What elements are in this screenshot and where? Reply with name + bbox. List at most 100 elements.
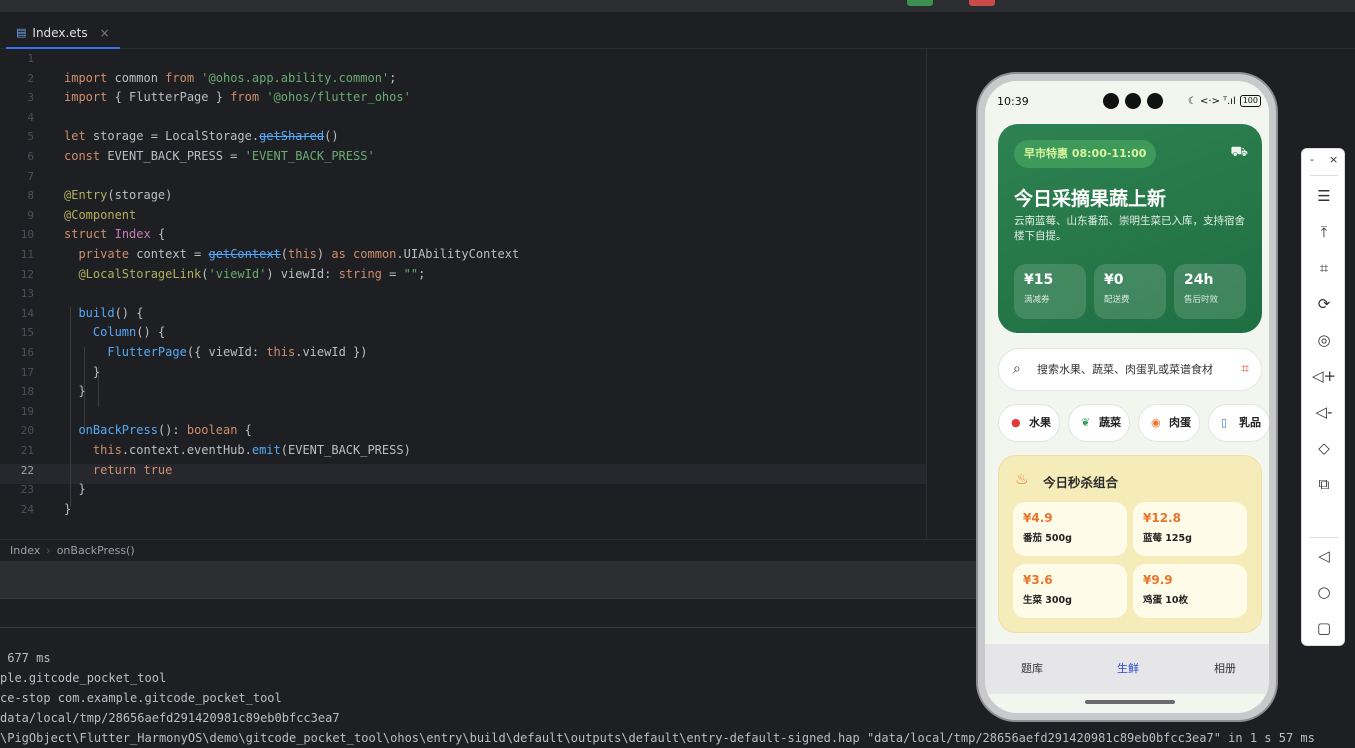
- line-number: 9: [27, 208, 34, 222]
- back-icon[interactable]: ◁: [1302, 547, 1346, 565]
- code-text: import common from '@ohos.app.ability.co…: [64, 49, 519, 516]
- line-number: 2: [27, 71, 34, 85]
- nav-item-fresh[interactable]: 生鲜: [1098, 644, 1158, 694]
- nav-item-album[interactable]: 相册: [1195, 644, 1255, 694]
- editor-tab-bar: ▤ Index.ets ×: [0, 12, 1355, 49]
- chip-label: 水果: [1029, 416, 1051, 429]
- deal-card[interactable]: ¥3.6 生菜 300g: [1013, 564, 1127, 618]
- status-time: 10:39: [997, 95, 1029, 108]
- status-icons: ☾ <·> ᵀ.ıl 100: [1188, 95, 1261, 107]
- console-line: ce-stop com.example.gitcode_pocket_tool: [0, 691, 282, 705]
- deal-name: 生菜 300g: [1023, 595, 1072, 606]
- code-editor[interactable]: 1 2 3 4 5 6 7 8 9 10 11 12 13 14 15 16 17 18 19 20 21 22 23 24 …: [0, 49, 978, 539]
- bottom-navigation: 题库 生鲜 相册: [985, 644, 1269, 694]
- stat-label: 满减券: [1024, 295, 1050, 305]
- chip-label: 肉蛋: [1169, 416, 1191, 429]
- code-line-22: return true: [92, 462, 173, 477]
- breadcrumb-item-method[interactable]: onBackPress(): [57, 544, 135, 557]
- deal-card[interactable]: ¥9.9 鸡蛋 10枚: [1133, 564, 1247, 618]
- deal-card[interactable]: ¥12.8 蓝莓 125g: [1133, 502, 1247, 556]
- line-number: 6: [27, 150, 34, 163]
- breadcrumb: Index › onBackPress(): [0, 539, 978, 561]
- line-number: 24: [20, 502, 34, 516]
- stat-delivery-fee[interactable]: ¥0 配送费: [1094, 264, 1166, 319]
- emulator-toolbar: - × ☰ ⤒ ⌗ ⟳ ◎ ◁+ ◁- ◇ ⧉ ◁ ○ ▢: [1301, 148, 1345, 646]
- console-line: 677 ms: [0, 651, 51, 665]
- deal-name: 蓝莓 125g: [1143, 533, 1192, 544]
- code-line-12: @LocalStorageLink('viewId') viewId: stri…: [78, 266, 426, 281]
- location-icon[interactable]: ◎: [1302, 331, 1346, 349]
- device-screen[interactable]: 10:39 ☾ <·> ᵀ.ıl 100 早市特惠 08:00-11:00 ⛟ …: [985, 81, 1269, 713]
- line-number: 4: [27, 110, 34, 124]
- deal-price: ¥4.9: [1023, 511, 1053, 525]
- line-number: 23: [20, 483, 34, 497]
- console-line: ple.gitcode_pocket_tool: [0, 671, 167, 685]
- home-icon[interactable]: ○: [1302, 583, 1346, 601]
- code-line-23: }: [64, 482, 86, 497]
- code-line-16: FlutterPage({ viewId: this.viewId }): [107, 345, 368, 359]
- deal-price: ¥12.8: [1143, 511, 1181, 525]
- line-number: 20: [20, 424, 34, 438]
- tab-index-ets[interactable]: ▤ Index.ets ×: [6, 18, 120, 49]
- tool-window-header: [0, 561, 978, 598]
- close-icon[interactable]: ×: [100, 26, 110, 40]
- shake-icon[interactable]: ◇: [1302, 439, 1346, 457]
- chip-fruit[interactable]: ● 水果: [998, 404, 1060, 442]
- promo-banner[interactable]: 早市特惠 08:00-11:00 ⛟ 今日采摘果蔬上新 云南蓝莓、山东番茄、崇明…: [998, 124, 1262, 333]
- menu-icon[interactable]: ☰: [1302, 187, 1346, 205]
- fire-icon: ♨: [1015, 470, 1029, 488]
- minimize-icon[interactable]: -: [1310, 153, 1314, 166]
- crop-icon[interactable]: ⌗: [1302, 259, 1346, 277]
- volume-up-icon[interactable]: ◁+: [1302, 367, 1346, 385]
- fold-icon[interactable]: ⧉: [1302, 475, 1346, 493]
- breadcrumb-item-index[interactable]: Index: [10, 544, 40, 557]
- tab-label: Index.ets: [32, 25, 88, 40]
- scan-icon[interactable]: ⌗: [1241, 349, 1249, 390]
- volume-down-icon[interactable]: ◁-: [1302, 403, 1346, 421]
- stat-coupon[interactable]: ¥15 满减券: [1014, 264, 1086, 319]
- deal-card[interactable]: ¥4.9 番茄 500g: [1013, 502, 1127, 556]
- code-line-10: struct Index {: [64, 227, 166, 242]
- tool-window-toolbar: [0, 598, 978, 628]
- line-number: 1: [27, 52, 34, 65]
- delivery-truck-icon[interactable]: ⛟: [1230, 144, 1248, 162]
- code-line-9: @Component: [64, 207, 137, 222]
- promo-badge: 早市特惠 08:00-11:00: [1014, 140, 1157, 168]
- recents-icon[interactable]: ▢: [1302, 619, 1346, 637]
- close-icon[interactable]: ×: [1329, 153, 1338, 166]
- chip-vegetable[interactable]: ❦ 蔬菜: [1068, 404, 1130, 442]
- line-number: 17: [20, 365, 34, 379]
- code-line-18: }: [64, 384, 86, 399]
- line-number: 8: [27, 189, 34, 203]
- file-icon: ▤: [16, 26, 27, 39]
- deal-price: ¥9.9: [1143, 573, 1173, 587]
- search-input[interactable]: ⌕ 搜索水果、蔬菜、肉蛋乳或菜谱食材 ⌗: [998, 348, 1262, 391]
- screenshot-pin-icon[interactable]: ⤒: [1302, 223, 1346, 241]
- code-line-21: this.context.eventHub.emit(EVENT_BACK_PR…: [92, 443, 411, 457]
- line-number: 18: [20, 385, 34, 399]
- code-line-20: onBackPress(): boolean {: [78, 423, 252, 438]
- line-number: 7: [27, 169, 34, 183]
- divider: [1310, 175, 1338, 176]
- device-emulator: 10:39 ☾ <·> ᵀ.ıl 100 早市特惠 08:00-11:00 ⛟ …: [976, 72, 1278, 722]
- stat-value: 24h: [1184, 272, 1214, 288]
- title-bar-strip: [0, 0, 1355, 12]
- chip-dairy[interactable]: ▯ 乳品: [1208, 404, 1269, 442]
- deal-price: ¥3.6: [1023, 573, 1053, 587]
- stat-label: 配送费: [1104, 295, 1130, 305]
- line-number: 11: [20, 248, 34, 261]
- rotate-icon[interactable]: ⟳: [1302, 295, 1346, 313]
- home-indicator[interactable]: [1085, 700, 1175, 704]
- line-number: 13: [20, 287, 34, 301]
- line-number: 15: [20, 326, 34, 340]
- line-number: 10: [20, 228, 34, 242]
- divider: [1310, 537, 1338, 538]
- chip-meat-egg[interactable]: ◉ 肉蛋: [1138, 404, 1200, 442]
- milk-icon: ▯: [1221, 416, 1228, 429]
- stat-after-sales[interactable]: 24h 售后时效: [1174, 264, 1246, 319]
- line-number: 22: [20, 463, 34, 477]
- nav-item-question-bank[interactable]: 题库: [1002, 644, 1062, 694]
- stat-label: 售后时效: [1184, 295, 1219, 305]
- flash-sale-panel: ♨ 今日秒杀组合 ¥4.9 番茄 500g ¥12.8 蓝莓 125g ¥3.6…: [998, 455, 1262, 633]
- console-line: \PigObject\Flutter_HarmonyOS\demo\gitcod…: [0, 731, 1315, 745]
